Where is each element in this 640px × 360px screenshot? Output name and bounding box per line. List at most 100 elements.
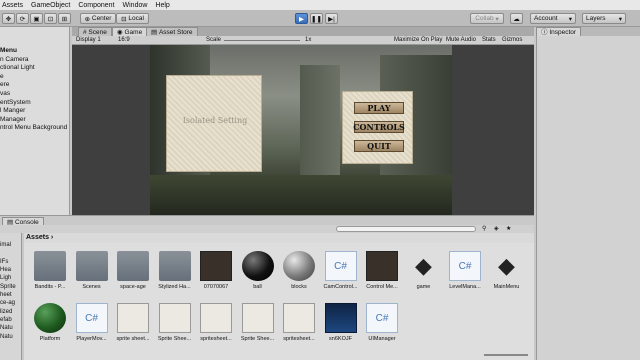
hierarchy-item[interactable]: ctional Light xyxy=(0,64,69,73)
scale-slider[interactable] xyxy=(224,40,300,41)
asset-item[interactable]: sprite sheet... xyxy=(109,297,153,347)
pause-icon: ❚❚ xyxy=(311,15,322,23)
asset-item[interactable]: ◆ MainMenu xyxy=(483,245,527,295)
play-menu-button[interactable]: PLAY xyxy=(354,102,404,114)
asset-item[interactable]: spritesheet... xyxy=(192,297,236,347)
hand-tool-icon[interactable]: ✥ xyxy=(2,13,15,24)
menu-gameobject[interactable]: GameObject xyxy=(31,2,70,9)
project-tree-item[interactable]: efab xyxy=(0,316,21,324)
icon-size-slider[interactable] xyxy=(484,354,528,356)
asset-item[interactable]: C# PlayerMov... xyxy=(68,297,112,347)
play-button[interactable]: ▶ xyxy=(295,13,308,24)
hierarchy-item[interactable]: entSystem xyxy=(0,99,69,108)
account-dropdown[interactable]: Account ▾ xyxy=(530,13,576,24)
collab-button[interactable]: Collab ▾ xyxy=(470,13,504,24)
layers-dropdown[interactable]: Layers ▾ xyxy=(582,13,626,24)
hierarchy-item[interactable]: vas xyxy=(0,90,69,99)
asset-item[interactable]: Bandits - P... xyxy=(26,245,70,295)
asset-item[interactable]: 07070067 xyxy=(192,245,236,295)
project-tree-item[interactable]: ce-ag xyxy=(0,299,21,307)
asset-item[interactable]: Platform xyxy=(26,297,70,347)
local-label: Local xyxy=(128,15,144,22)
cloud-icon[interactable]: ☁ xyxy=(510,13,523,24)
asset-item[interactable]: blocks xyxy=(275,245,319,295)
hierarchy-item[interactable]: l Manger xyxy=(0,107,69,116)
csharp-script-icon: C# xyxy=(449,251,481,281)
menu-window[interactable]: Window xyxy=(123,2,148,9)
label-icon[interactable]: ◈ xyxy=(494,225,499,232)
asset-item[interactable]: space-age xyxy=(109,245,153,295)
pivot-local-button[interactable]: ⊟ Local xyxy=(116,13,149,24)
scene-rock-center xyxy=(300,65,340,175)
aspect-dropdown[interactable]: 16:9 xyxy=(118,36,130,45)
tab-inspector[interactable]: ⓘ Inspector xyxy=(536,27,582,36)
game-view[interactable]: Isolated Setting PLAY CONTROLS QUIT xyxy=(72,45,534,215)
project-tree-item[interactable] xyxy=(0,250,21,258)
asset-item[interactable]: ◆ game xyxy=(400,245,444,295)
project-tree-item[interactable]: Natu xyxy=(0,324,21,332)
folder-icon xyxy=(117,251,149,281)
project-tree-item[interactable]: Hea xyxy=(0,266,21,274)
project-tree-item[interactable]: imal xyxy=(0,241,21,249)
transform-tool-icon[interactable]: ⊞ xyxy=(58,13,71,24)
gizmos-dropdown[interactable]: Gizmos xyxy=(502,36,522,45)
project-tree-item[interactable]: IFs xyxy=(0,258,21,266)
asset-item[interactable]: Control Me... xyxy=(358,245,402,295)
asset-item[interactable]: Stylized Ha... xyxy=(151,245,195,295)
asset-item[interactable]: sn6KOJF xyxy=(317,297,361,347)
hierarchy-scene-root[interactable]: Menu xyxy=(0,47,69,56)
collab-label: Collab xyxy=(475,15,494,22)
menu-component[interactable]: Component xyxy=(78,2,114,9)
display-dropdown[interactable]: Display 1 xyxy=(76,36,101,45)
project-tree-item[interactable]: lized xyxy=(0,308,21,316)
search-input[interactable] xyxy=(336,226,476,232)
asset-item[interactable]: spritesheet... xyxy=(275,297,319,347)
asset-item[interactable]: Sprite Shee... xyxy=(234,297,278,347)
rect-tool-icon[interactable]: ⊡ xyxy=(44,13,57,24)
menu-help[interactable]: Help xyxy=(155,2,169,9)
tab-game[interactable]: ◉ Game xyxy=(112,27,148,36)
asset-item[interactable]: C# LevelMana... xyxy=(441,245,485,295)
toolbar: ✥ ⟳ ▣ ⊡ ⊞ ⊕ Center ⊟ Local ▶ ❚❚ ▶| Colla… xyxy=(0,10,640,27)
mute-audio-toggle[interactable]: Mute Audio xyxy=(446,36,476,45)
hierarchy-item[interactable]: Manager xyxy=(0,116,69,125)
hierarchy-item[interactable]: e xyxy=(0,73,69,82)
title-logo-text: Isolated Setting xyxy=(182,116,248,125)
move-tool-icon[interactable]: ⟳ xyxy=(16,13,29,24)
texture-thumbnail xyxy=(200,251,232,281)
project-tree-item[interactable]: Ligh xyxy=(0,274,21,282)
material-icon xyxy=(283,251,315,281)
layers-label: Layers xyxy=(586,15,606,22)
breadcrumb-assets[interactable]: Assets xyxy=(26,234,49,241)
tab-asset-store[interactable]: ▤ Asset Store xyxy=(146,27,198,36)
asset-item[interactable]: C# CamControl... xyxy=(317,245,361,295)
console-tab-bar: ▤ Console xyxy=(0,215,534,226)
filter-icon[interactable]: ⚲ xyxy=(482,225,486,232)
project-tree-item[interactable]: heet xyxy=(0,291,21,299)
project-tree-item[interactable]: Sprite xyxy=(0,283,21,291)
project-tree-item[interactable]: Natu xyxy=(0,333,21,341)
hierarchy-item[interactable]: ere xyxy=(0,81,69,90)
menu-assets[interactable]: Assets xyxy=(2,2,23,9)
scale-value: 1x xyxy=(305,37,312,43)
pause-button[interactable]: ❚❚ xyxy=(310,13,323,24)
quit-menu-button[interactable]: QUIT xyxy=(354,140,404,152)
project-tree-item[interactable] xyxy=(0,233,21,241)
maximize-on-play-toggle[interactable]: Maximize On Play xyxy=(394,36,442,45)
hierarchy-item[interactable]: ntrol Menu Background xyxy=(0,124,69,133)
pivot-center-button[interactable]: ⊕ Center xyxy=(80,13,116,24)
controls-menu-button[interactable]: CONTROLS xyxy=(353,121,405,133)
scale-tool-icon[interactable]: ▣ xyxy=(30,13,43,24)
step-button[interactable]: ▶| xyxy=(325,13,338,24)
material-icon xyxy=(34,303,66,333)
chevron-right-icon: › xyxy=(50,234,54,241)
hierarchy-item[interactable]: n Camera xyxy=(0,56,69,65)
asset-item[interactable]: C# UIManager xyxy=(358,297,402,347)
asset-item[interactable]: ball xyxy=(234,245,278,295)
asset-item[interactable]: Scenes xyxy=(68,245,112,295)
stats-toggle[interactable]: Stats xyxy=(482,36,496,45)
tab-scene[interactable]: # Scene xyxy=(78,27,112,36)
star-icon[interactable]: ★ xyxy=(506,225,511,232)
asset-item[interactable]: Sprite Shee... xyxy=(151,297,195,347)
sprite-sheet-thumbnail xyxy=(200,303,232,333)
